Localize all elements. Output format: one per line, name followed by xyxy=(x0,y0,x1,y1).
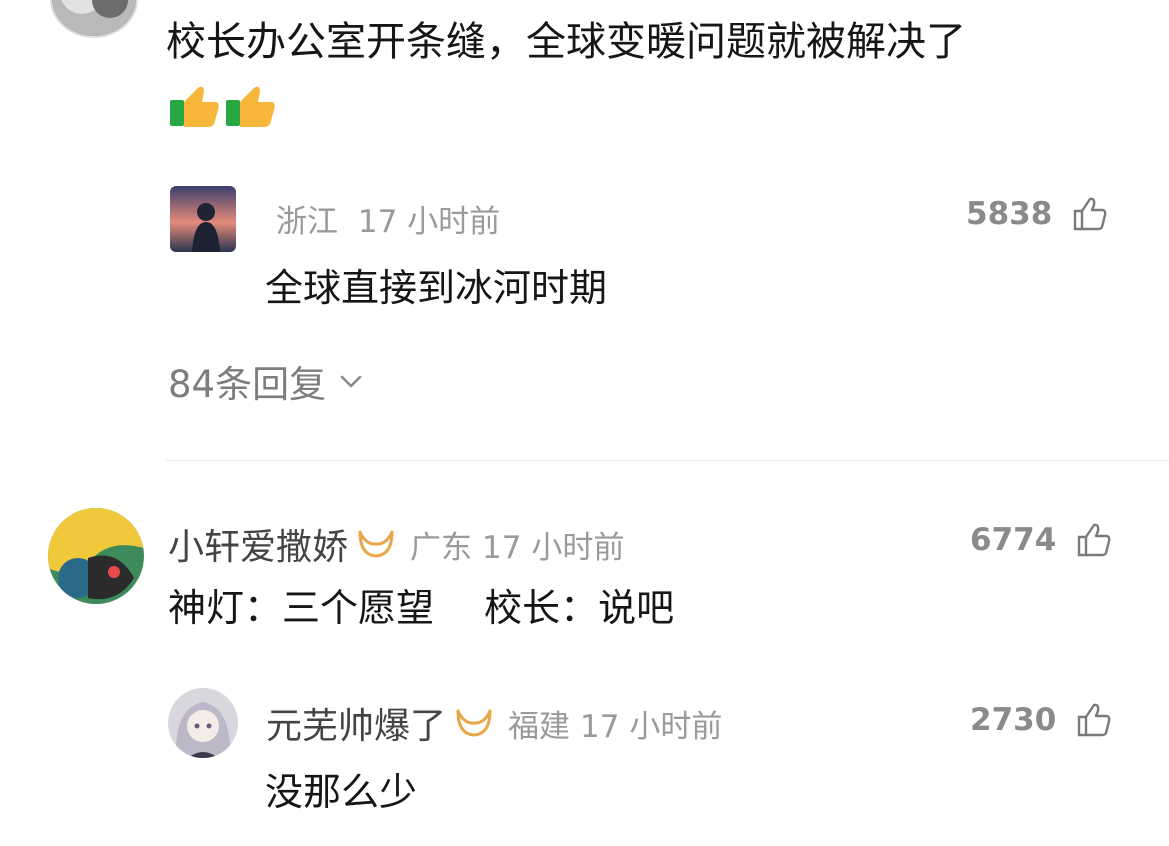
reply-2-location: 福建 xyxy=(508,708,571,745)
reply-2-time: 17 小时前 xyxy=(580,708,723,745)
comment-2-like-count: 6774 xyxy=(970,522,1057,558)
replies-toggle[interactable]: 84条回复 xyxy=(168,354,364,408)
reply-2-like-count: 2730 xyxy=(970,702,1057,738)
thumbs-up-icon[interactable] xyxy=(1072,196,1108,232)
reply-1-like-count: 5838 xyxy=(966,196,1053,232)
replies-toggle-label: 84条回复 xyxy=(168,363,327,406)
avatar-image xyxy=(48,508,144,604)
comment-2-text: 神灯：三个愿望 校长：说吧 xyxy=(168,586,675,630)
reply-2-like-group[interactable]: 2730 xyxy=(970,702,1112,738)
reply-1-text: 全球直接到冰河时期 xyxy=(265,266,608,310)
reply-1-avatar[interactable] xyxy=(170,186,236,252)
avatar-image xyxy=(170,186,236,252)
reply-2-avatar[interactable] xyxy=(168,688,238,758)
reply-1-location: 浙江 xyxy=(276,204,338,240)
avatar-image xyxy=(168,688,238,758)
comment-divider xyxy=(166,460,1169,461)
thumbs-up-emoji-icon xyxy=(170,86,275,127)
comment-2-time: 17 小时前 xyxy=(482,529,625,566)
reply-1-like-group[interactable]: 5838 xyxy=(966,196,1108,232)
thumbs-up-icon[interactable] xyxy=(1076,522,1112,558)
reply-2-text: 没那么少 xyxy=(265,770,418,814)
top-comment-text: 校长办公室开条缝，全球变暖问题就被解决了 xyxy=(166,19,966,65)
comment-2-location: 广东 xyxy=(410,529,473,566)
comment-2-avatar[interactable] xyxy=(48,508,144,604)
thumbs-up-icon[interactable] xyxy=(1076,702,1112,738)
reply-2-username[interactable]: 元芜帅爆了 xyxy=(266,697,446,749)
comment-2-like-group[interactable]: 6774 xyxy=(970,522,1112,558)
avatar-top-comment[interactable] xyxy=(50,0,138,38)
vip-badge-icon xyxy=(358,530,394,558)
comment-2-username[interactable]: 小轩爱撒娇 xyxy=(168,518,348,570)
chevron-down-icon xyxy=(340,375,362,388)
vip-badge-icon xyxy=(456,709,492,737)
reply-1-time: 17 小时前 xyxy=(357,204,501,240)
avatar-image xyxy=(52,0,136,36)
reply-1-meta: 浙江 17 小时前 xyxy=(276,196,500,241)
top-comment-emoji xyxy=(168,80,278,132)
reply-2-header: 元芜帅爆了 福建 17 小时前 xyxy=(266,697,722,749)
comment-2-header: 小轩爱撒娇 广东 17 小时前 xyxy=(168,518,624,570)
